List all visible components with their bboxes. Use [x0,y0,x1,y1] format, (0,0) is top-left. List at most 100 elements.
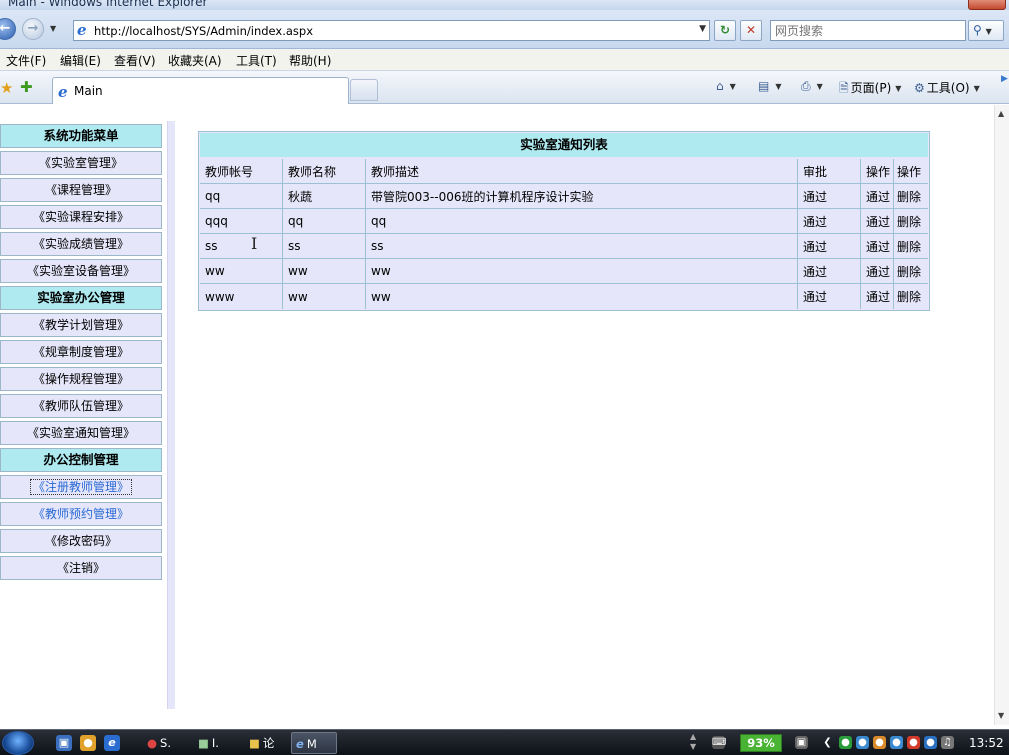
taskbar-task-3[interactable]: ■ 论 [245,732,285,754]
taskbar-task-2[interactable]: ■ I. [194,732,242,754]
tray-app-6-icon[interactable]: ● [924,736,937,749]
column-header: 教师帐号 [200,159,283,184]
start-button[interactable] [2,731,34,755]
home-button[interactable]: ⌂ ▼ [716,79,736,93]
ie-page-icon: e [77,21,87,39]
clock[interactable]: 13:52 [969,736,1004,750]
menu-view[interactable]: 查看(V) [114,52,156,69]
menu-item[interactable]: 《教师预约管理》 [0,502,162,526]
table-cell: 通过 [798,184,861,209]
quicklaunch-app-icon[interactable]: ● [80,735,96,751]
menu-item-label: 办公控制管理 [43,452,119,467]
table-cell: 通过 [798,234,861,259]
search-button[interactable]: ⚲ ▼ [968,20,1004,41]
address-field[interactable]: e http://localhost/SYS/Admin/index.aspx … [73,20,710,41]
approve-link[interactable]: 通过 [861,259,894,284]
ie-tab-icon: e [58,83,68,101]
column-header: 教师名称 [283,159,366,184]
taskbar-task-1[interactable]: ● S. [143,732,191,754]
quicklaunch-ie-icon[interactable]: e [104,735,120,751]
address-url[interactable]: http://localhost/SYS/Admin/index.aspx [94,24,313,38]
menu-item-label: 《实验室管理》 [38,156,123,170]
delete-link[interactable]: 删除 [894,184,928,209]
network-icon[interactable]: ▣ [795,736,808,749]
delete-link[interactable]: 删除 [894,234,928,259]
taskbar-task-4[interactable]: eM [291,732,337,754]
window-close-button[interactable] [968,0,1006,10]
refresh-button[interactable]: ↻ [714,20,736,41]
menu-item[interactable]: 《规章制度管理》 [0,340,162,364]
menu-item[interactable]: 《教师队伍管理》 [0,394,162,418]
stop-icon: ✕ [745,23,757,37]
menu-file[interactable]: 文件(F) [6,52,46,69]
tray-app-2-icon[interactable]: ● [856,736,869,749]
table-cell: 带管院003--006班的计算机程序设计实验 [366,184,798,209]
menu-item[interactable]: 《课程管理》 [0,178,162,202]
menu-item[interactable]: 《操作规程管理》 [0,367,162,391]
scroll-down-icon[interactable]: ▼ [998,711,1004,720]
window-title-bar: Main - Windows Internet Explorer [0,0,1009,10]
scroll-up-icon[interactable]: ▲ [998,109,1004,118]
tray-app-1-icon[interactable]: ● [839,736,852,749]
address-dropdown-icon[interactable]: ▼ [699,24,706,34]
tray-app-5-icon[interactable]: ● [907,736,920,749]
approve-link[interactable]: 通过 [861,284,894,309]
menu-help[interactable]: 帮助(H) [289,52,331,69]
menu-item[interactable]: 《注册教师管理》 [0,475,162,499]
new-tab-button[interactable] [350,79,378,101]
print-button[interactable]: ⎙ ▼ [801,79,823,94]
menu-item[interactable]: 《实验课程安排》 [0,205,162,229]
delete-link[interactable]: 删除 [894,209,928,234]
battery-indicator[interactable]: 93% [740,734,782,752]
tray-app-4-icon[interactable]: ● [890,736,903,749]
menu-item-label: 《操作规程管理》 [32,372,129,386]
search-field[interactable] [770,20,966,41]
menu-favorites[interactable]: 收藏夹(A) [168,52,222,69]
notice-table: 教师帐号 教师名称 教师描述 审批 操作 操作 qq 秋蔬 带管院003--006班的计算机程… [200,159,928,309]
keyboard-icon[interactable]: ⌨ [712,736,726,749]
menu-edit[interactable]: 编辑(E) [60,52,101,69]
menu-item[interactable]: 《修改密码》 [0,529,162,553]
tray-expand-icon[interactable]: ❮ [821,736,834,749]
quicklaunch-desktop-icon[interactable]: ▣ [56,735,72,751]
delete-link[interactable]: 删除 [894,284,928,309]
table-cell: 秋蔬 [283,184,366,209]
table-cell: qqq [200,209,283,234]
menu-item[interactable]: 《实验室设备管理》 [0,259,162,283]
menu-item[interactable]: 《实验室管理》 [0,151,162,175]
forward-button[interactable]: → [22,18,44,40]
search-input[interactable] [771,21,961,40]
left-menu: 系统功能菜单 《实验室管理》 《课程管理》 《实验课程安排》 《实验成绩管理》 《实验室设… [0,124,162,583]
approve-link[interactable]: 通过 [861,184,894,209]
page-menu-button[interactable]: 🗎 页面(P) ▼ [839,79,901,100]
vertical-scrollbar[interactable]: ▲ ▼ [994,105,1009,725]
taskbar-scroll-icon[interactable]: ▲ ▼ [690,732,696,752]
table-cell: ww [283,259,366,284]
approve-link[interactable]: 通过 [861,209,894,234]
menu-item[interactable]: 《注销》 [0,556,162,580]
search-icon: ⚲ [973,23,982,37]
menu-item[interactable]: 《实验室通知管理》 [0,421,162,445]
delete-link[interactable]: 删除 [894,259,928,284]
add-favorite-icon[interactable]: ✚ [20,78,33,96]
menu-tools[interactable]: 工具(T) [236,52,277,69]
table-cell: ss [200,234,283,259]
tray-app-3-icon[interactable]: ● [873,736,886,749]
menu-item-label: 《实验成绩管理》 [32,237,129,251]
menu-item[interactable]: 《教学计划管理》 [0,313,162,337]
menu-item[interactable]: 《实验成绩管理》 [0,232,162,256]
favorites-star-icon[interactable]: ★ [0,79,13,97]
volume-icon[interactable]: ♫ [941,736,954,749]
tab-main[interactable]: e Main [52,77,349,104]
tools-menu-label: 工具(O) [926,81,970,95]
chevron-right-icon[interactable]: ▶ [1001,74,1008,84]
approve-link[interactable]: 通过 [861,234,894,259]
back-button[interactable]: ← [0,18,16,40]
table-cell: 通过 [798,209,861,234]
search-options-icon: ▼ [985,27,992,36]
home-icon: ⌂ [716,79,724,93]
tools-menu-button[interactable]: ⚙ 工具(O) ▼ [914,79,980,96]
stop-button[interactable]: ✕ [740,20,762,41]
history-dropdown-icon[interactable]: ▼ [50,24,56,33]
feeds-button[interactable]: ▤ ▼ [758,79,782,93]
